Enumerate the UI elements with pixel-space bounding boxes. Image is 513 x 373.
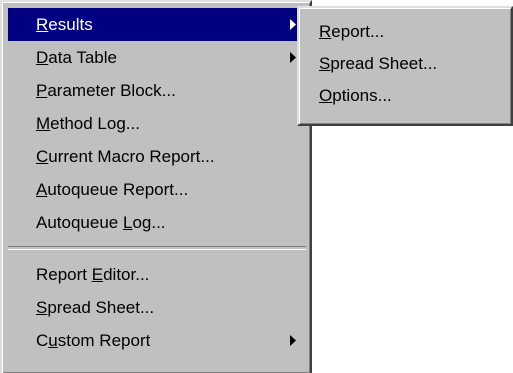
- menu-item-method-log-label: ethod Log...: [50, 114, 140, 133]
- submenu-item-report-accel: R: [319, 22, 332, 41]
- menu-item-data-table[interactable]: Data Table: [8, 41, 306, 74]
- menu-item-current-macro-report-label: urrent Macro Report...: [48, 147, 215, 166]
- screenshot-stage: Results Data Table Parameter Block... Me…: [0, 0, 513, 373]
- menu-item-data-table-accel: D: [36, 48, 49, 67]
- menu-item-report-editor-accel: E: [91, 265, 104, 284]
- submenu-item-options[interactable]: Options...: [301, 80, 507, 112]
- menu-item-report-editor-prefix: Report: [36, 265, 92, 284]
- menu-item-results-accel: R: [36, 15, 49, 34]
- menu-item-autoqueue-report[interactable]: Autoqueue Report...: [8, 173, 306, 206]
- menu-item-parameter-block-label: arameter Block...: [47, 81, 176, 100]
- menu-item-report-editor[interactable]: Report Editor...: [8, 258, 306, 291]
- menu-item-autoqueue-log-prefix: Autoqueue: [36, 213, 123, 232]
- menu-item-current-macro-report-accel: C: [36, 147, 49, 166]
- submenu-arrow-icon: [290, 8, 296, 41]
- menu-separator: [8, 246, 306, 250]
- submenu-item-report[interactable]: Report...: [301, 16, 507, 48]
- menu-item-autoqueue-log-label: og...: [132, 213, 166, 232]
- results-context-menu: Results Data Table Parameter Block... Me…: [0, 0, 312, 373]
- menu-item-results[interactable]: Results: [8, 8, 306, 41]
- menu-item-parameter-block[interactable]: Parameter Block...: [8, 74, 306, 107]
- menu-item-parameter-block-accel: P: [36, 81, 48, 100]
- menu-item-custom-report-label: stom Report: [57, 331, 151, 350]
- menu-item-method-log[interactable]: Method Log...: [8, 107, 306, 140]
- submenu-item-spread-sheet[interactable]: Spread Sheet...: [301, 48, 507, 80]
- menu-item-autoqueue-report-accel: A: [36, 180, 48, 199]
- menu-item-custom-report-prefix: C: [36, 331, 49, 350]
- menu-item-current-macro-report[interactable]: Current Macro Report...: [8, 140, 306, 173]
- submenu-item-options-label: ptions...: [332, 86, 392, 105]
- menu-item-report-editor-label: ditor...: [103, 265, 150, 284]
- menu-item-spread-sheet-accel: S: [36, 298, 48, 317]
- submenu-arrow-icon: [290, 324, 296, 357]
- menu-item-custom-report[interactable]: Custom Report: [8, 324, 306, 357]
- submenu-item-spread-sheet-accel: S: [319, 54, 331, 73]
- menu-item-custom-report-accel: u: [48, 331, 58, 350]
- menu-item-spread-sheet-label: pread Sheet...: [47, 298, 155, 317]
- submenu-item-report-label: eport...: [331, 22, 385, 41]
- submenu-arrow-icon: [290, 41, 296, 74]
- menu-item-method-log-accel: M: [36, 114, 51, 133]
- menu-item-autoqueue-report-label: utoqueue Report...: [47, 180, 189, 199]
- submenu-item-spread-sheet-label: pread Sheet...: [330, 54, 438, 73]
- menu-item-spread-sheet[interactable]: Spread Sheet...: [8, 291, 306, 324]
- menu-item-autoqueue-log[interactable]: Autoqueue Log...: [8, 206, 306, 239]
- results-submenu: Report... Spread Sheet... Options...: [297, 6, 513, 126]
- menu-item-data-table-label: ata Table: [48, 48, 117, 67]
- menu-item-results-label: esults: [48, 15, 93, 34]
- submenu-item-options-accel: O: [319, 86, 333, 105]
